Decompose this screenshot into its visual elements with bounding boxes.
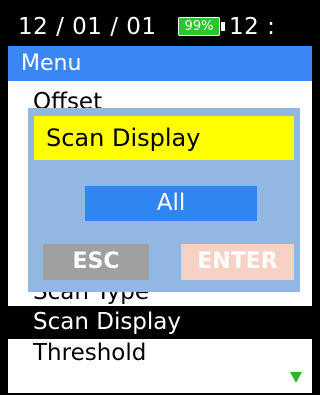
status-date: 12 / 01 / 01 <box>18 14 157 40</box>
dialog-title: Scan Display <box>34 116 294 160</box>
device-screen: 12 / 01 / 01 99% 12 : 00 Menu Offset Sca… <box>8 8 312 393</box>
triangle-down-icon[interactable] <box>290 372 302 383</box>
scan-display-dialog: Scan Display All ESC ENTER <box>28 108 300 292</box>
menu-header: Menu <box>8 46 312 81</box>
status-bar: 12 / 01 / 01 99% 12 : 00 <box>8 8 312 78</box>
battery-icon: 99% <box>178 17 220 36</box>
scan-display-value[interactable]: All <box>85 186 257 221</box>
menu-item-threshold[interactable]: Threshold <box>8 337 312 370</box>
menu-item-scan-display[interactable]: Scan Display <box>8 306 312 339</box>
enter-button[interactable]: ENTER <box>181 244 294 280</box>
esc-button[interactable]: ESC <box>43 244 149 280</box>
battery-tip <box>221 22 225 31</box>
